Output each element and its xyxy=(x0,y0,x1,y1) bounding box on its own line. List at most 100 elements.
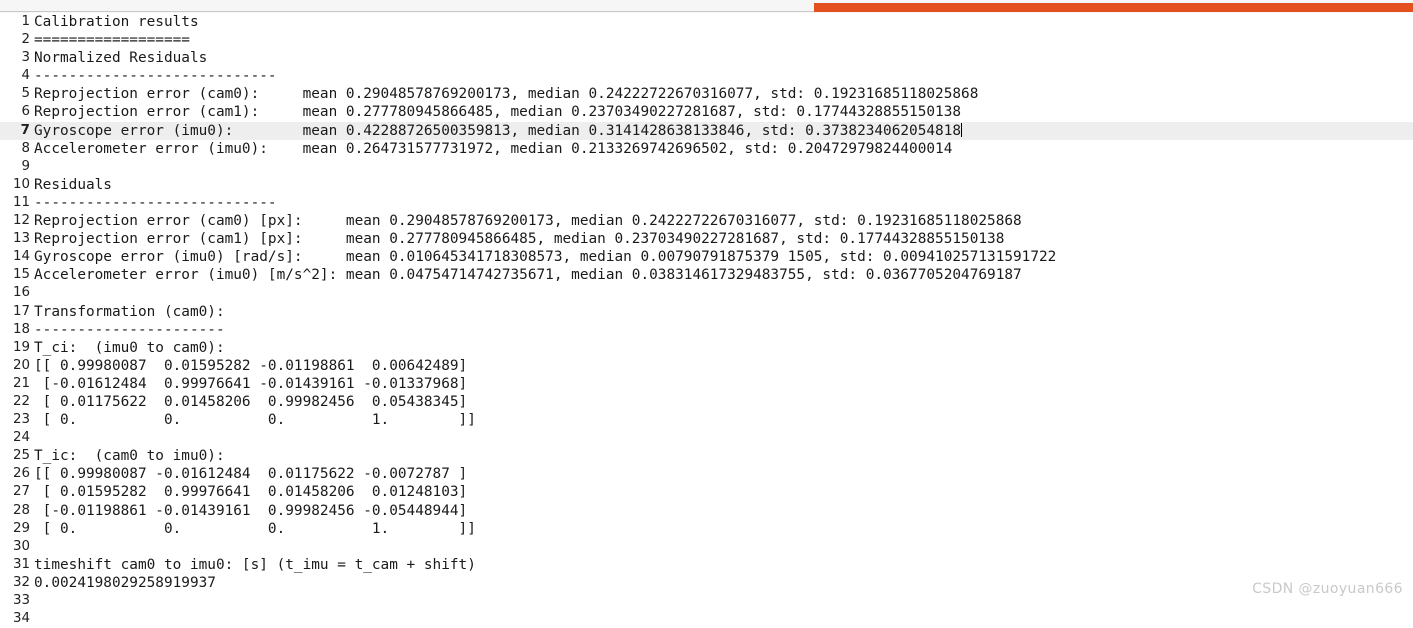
code-line[interactable]: 16 xyxy=(0,284,1413,302)
line-number: 5 xyxy=(0,85,30,103)
code-line[interactable]: 11---------------------------- xyxy=(0,194,1413,212)
line-text: [[ 0.99980087 -0.01612484 0.01175622 -0.… xyxy=(34,465,467,483)
line-text: [ 0.01175622 0.01458206 0.99982456 0.054… xyxy=(34,393,467,411)
code-line[interactable]: 19T_ci: (imu0 to cam0): xyxy=(0,339,1413,357)
line-number: 11 xyxy=(0,194,30,212)
code-line[interactable]: 6Reprojection error (cam1): mean 0.27778… xyxy=(0,103,1413,121)
line-number: 34 xyxy=(0,610,30,628)
scrollbar-thumb[interactable] xyxy=(814,3,1413,12)
line-number: 20 xyxy=(0,357,30,375)
line-number: 30 xyxy=(0,538,30,556)
code-line[interactable]: 27 [ 0.01595282 0.99976641 0.01458206 0.… xyxy=(0,483,1413,501)
code-line[interactable]: 7Gyroscope error (imu0): mean 0.42288726… xyxy=(0,122,1413,140)
code-line[interactable]: 24 xyxy=(0,429,1413,447)
line-number: 1 xyxy=(0,13,30,31)
line-number: 14 xyxy=(0,248,30,266)
line-number: 33 xyxy=(0,592,30,610)
code-line[interactable]: 30 xyxy=(0,538,1413,556)
code-line[interactable]: 2================== xyxy=(0,31,1413,49)
watermark-label: CSDN @zuoyuan666 xyxy=(1252,581,1403,597)
line-text: [ 0.01595282 0.99976641 0.01458206 0.012… xyxy=(34,483,467,501)
line-number: 19 xyxy=(0,339,30,357)
line-number: 3 xyxy=(0,49,30,67)
line-number: 2 xyxy=(0,31,30,49)
code-line[interactable]: 23 [ 0. 0. 0. 1. ]] xyxy=(0,411,1413,429)
line-text: Gyroscope error (imu0) [rad/s]: mean 0.0… xyxy=(34,248,1056,266)
line-number: 25 xyxy=(0,447,30,465)
code-line[interactable]: 4---------------------------- xyxy=(0,67,1413,85)
code-line[interactable]: 34 xyxy=(0,610,1413,628)
line-text: ================== xyxy=(34,31,190,49)
code-line[interactable]: 28 [-0.01198861 -0.01439161 0.99982456 -… xyxy=(0,502,1413,520)
line-text: Accelerometer error (imu0): mean 0.26473… xyxy=(34,140,952,158)
code-line[interactable]: 31timeshift cam0 to imu0: [s] (t_imu = t… xyxy=(0,556,1413,574)
line-text: Normalized Residuals xyxy=(34,49,207,67)
line-number: 22 xyxy=(0,393,30,411)
code-line[interactable]: 17Transformation (cam0): xyxy=(0,303,1413,321)
line-number: 27 xyxy=(0,483,30,501)
line-number: 23 xyxy=(0,411,30,429)
line-number: 24 xyxy=(0,429,30,447)
line-number: 32 xyxy=(0,574,30,592)
line-number: 12 xyxy=(0,212,30,230)
line-text: Reprojection error (cam0): mean 0.290485… xyxy=(34,85,978,103)
line-text: timeshift cam0 to imu0: [s] (t_imu = t_c… xyxy=(34,556,476,574)
line-number: 15 xyxy=(0,266,30,284)
line-number: 10 xyxy=(0,176,30,194)
code-line[interactable]: 5Reprojection error (cam0): mean 0.29048… xyxy=(0,85,1413,103)
line-text: Accelerometer error (imu0) [m/s^2]: mean… xyxy=(34,266,1022,284)
line-number: 29 xyxy=(0,520,30,538)
line-text: Residuals xyxy=(34,176,112,194)
scrollbar-track-line xyxy=(0,11,814,12)
line-text: Reprojection error (cam0) [px]: mean 0.2… xyxy=(34,212,1022,230)
line-number: 9 xyxy=(0,158,30,176)
code-line[interactable]: 10Residuals xyxy=(0,176,1413,194)
code-line[interactable]: 22 [ 0.01175622 0.01458206 0.99982456 0.… xyxy=(0,393,1413,411)
line-text: Transformation (cam0): xyxy=(34,303,225,321)
line-text: T_ci: (imu0 to cam0): xyxy=(34,339,225,357)
line-number: 28 xyxy=(0,502,30,520)
line-number: 17 xyxy=(0,303,30,321)
line-text: T_ic: (cam0 to imu0): xyxy=(34,447,225,465)
line-text: ---------------------------- xyxy=(34,67,277,85)
line-text: [ 0. 0. 0. 1. ]] xyxy=(34,411,476,429)
line-number: 4 xyxy=(0,67,30,85)
code-line[interactable]: 3Normalized Residuals xyxy=(0,49,1413,67)
code-line[interactable]: 18---------------------- xyxy=(0,321,1413,339)
line-text: Gyroscope error (imu0): mean 0.422887265… xyxy=(34,122,962,140)
horizontal-scrollbar[interactable] xyxy=(0,0,1413,13)
code-line[interactable]: 29 [ 0. 0. 0. 1. ]] xyxy=(0,520,1413,538)
code-line[interactable]: 21 [-0.01612484 0.99976641 -0.01439161 -… xyxy=(0,375,1413,393)
code-line[interactable]: 25T_ic: (cam0 to imu0): xyxy=(0,447,1413,465)
line-text: Reprojection error (cam1) [px]: mean 0.2… xyxy=(34,230,1004,248)
code-line[interactable]: 13Reprojection error (cam1) [px]: mean 0… xyxy=(0,230,1413,248)
line-number: 13 xyxy=(0,230,30,248)
code-line[interactable]: 33 xyxy=(0,592,1413,610)
code-line[interactable]: 12Reprojection error (cam0) [px]: mean 0… xyxy=(0,212,1413,230)
line-text: Calibration results xyxy=(34,13,199,31)
line-text: [-0.01612484 0.99976641 -0.01439161 -0.0… xyxy=(34,375,467,393)
code-editor-text-area[interactable]: 1Calibration results2==================3… xyxy=(0,13,1413,609)
line-number: 26 xyxy=(0,465,30,483)
line-text: Reprojection error (cam1): mean 0.277780… xyxy=(34,103,961,121)
code-line[interactable]: 1Calibration results xyxy=(0,13,1413,31)
line-text: [[ 0.99980087 0.01595282 -0.01198861 0.0… xyxy=(34,357,467,375)
code-line[interactable]: 20[[ 0.99980087 0.01595282 -0.01198861 0… xyxy=(0,357,1413,375)
line-text: ---------------------------- xyxy=(34,194,277,212)
line-number: 16 xyxy=(0,284,30,302)
line-text: [-0.01198861 -0.01439161 0.99982456 -0.0… xyxy=(34,502,467,520)
code-line[interactable]: 9 xyxy=(0,158,1413,176)
line-number: 31 xyxy=(0,556,30,574)
text-cursor xyxy=(961,123,962,137)
code-line[interactable]: 14Gyroscope error (imu0) [rad/s]: mean 0… xyxy=(0,248,1413,266)
code-line[interactable]: 26[[ 0.99980087 -0.01612484 0.01175622 -… xyxy=(0,465,1413,483)
line-number: 21 xyxy=(0,375,30,393)
line-number: 6 xyxy=(0,103,30,121)
code-line[interactable]: 15Accelerometer error (imu0) [m/s^2]: me… xyxy=(0,266,1413,284)
code-line[interactable]: 320.0024198029258919937 xyxy=(0,574,1413,592)
line-number: 18 xyxy=(0,321,30,339)
line-number: 7 xyxy=(0,122,30,140)
line-number: 8 xyxy=(0,140,30,158)
code-line[interactable]: 8Accelerometer error (imu0): mean 0.2647… xyxy=(0,140,1413,158)
line-text: ---------------------- xyxy=(34,321,225,339)
